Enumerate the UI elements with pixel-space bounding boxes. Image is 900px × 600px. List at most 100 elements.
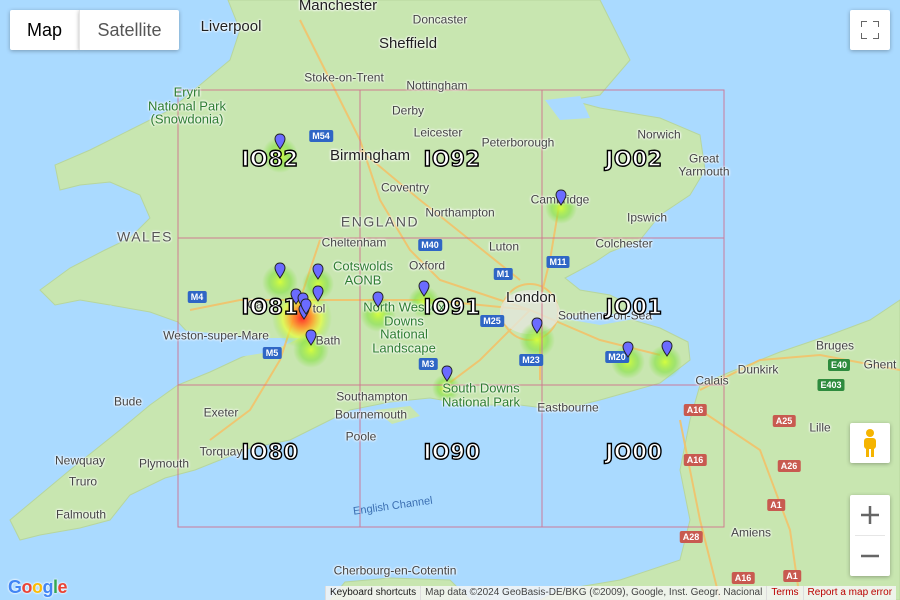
label-birmingham: Birmingham (329, 147, 411, 165)
road-shield-a16: A16 (731, 572, 755, 584)
label-cherbourg: Cherbourg-en-Cotentin (333, 563, 457, 578)
label-coventry: Coventry (380, 180, 430, 195)
label-leicester: Leicester (413, 125, 463, 140)
grid-label-jo02: JO02 (605, 146, 663, 171)
road-shield-a1: A1 (767, 499, 785, 511)
road-shield-a28: A28 (679, 531, 703, 543)
fullscreen-button[interactable] (850, 10, 890, 50)
grid-label-io91: IO91 (423, 294, 481, 319)
map-marker-pin-icon[interactable] (274, 262, 286, 279)
grid-label-jo01: JO01 (605, 294, 663, 319)
street-view-pegman-button[interactable] (850, 423, 890, 463)
label-eastbourne: Eastbourne (537, 400, 599, 415)
grid-label-io92: IO92 (423, 146, 481, 171)
zoom-in-button[interactable] (850, 495, 890, 535)
fullscreen-icon (861, 21, 879, 39)
road-shield-a16: A16 (683, 404, 707, 416)
map-marker-pin-icon[interactable] (555, 189, 567, 206)
label-bude: Bude (113, 394, 143, 409)
label-doncaster: Doncaster (412, 12, 468, 27)
label-peterborough: Peterborough (481, 135, 555, 150)
map-type-satellite-button[interactable]: Satellite (79, 10, 179, 50)
label-london: London (505, 289, 557, 307)
road-shield-m11: M11 (546, 256, 570, 268)
label-bristol: tol (312, 301, 326, 316)
label-great-yarmouth: Great Yarmouth (678, 151, 730, 178)
map-marker-pin-icon[interactable] (312, 263, 324, 280)
road-shield-a25: A25 (772, 415, 796, 427)
grid-label-io80: IO80 (241, 439, 299, 464)
label-torquay: Torquay (199, 444, 243, 459)
road-shield-m3: M3 (418, 358, 438, 370)
map-marker-pin-icon[interactable] (312, 285, 324, 302)
label-southampton: Southampton (336, 389, 408, 404)
map-marker-pin-icon[interactable] (418, 280, 430, 297)
label-bournemouth: Bournemouth (334, 407, 408, 422)
map-footer: Keyboard shortcuts Map data ©2024 GeoBas… (325, 586, 897, 600)
minus-icon (861, 554, 879, 558)
label-manchester: Manchester (298, 0, 378, 15)
label-norwich: Norwich (637, 127, 681, 142)
label-exeter: Exeter (203, 405, 239, 420)
label-plymouth: Plymouth (138, 456, 190, 471)
label-sheffield: Sheffield (378, 35, 438, 53)
label-luton: Luton (488, 239, 520, 254)
google-logo[interactable]: Google (8, 577, 68, 598)
map-marker-pin-icon[interactable] (300, 298, 312, 315)
label-calais: Calais (695, 373, 729, 388)
map-type-map-button[interactable]: Map (10, 10, 79, 50)
label-newquay: Newquay (54, 453, 106, 468)
map-attribution: Map data ©2024 GeoBasis-DE/BKG (©2009), … (420, 586, 767, 600)
map-marker-pin-icon[interactable] (441, 365, 453, 382)
map-marker-pin-icon[interactable] (305, 329, 317, 346)
label-ipswich: Ipswich (626, 210, 668, 225)
road-shield-e40: E40 (827, 359, 851, 371)
label-eryri: Eryri National Park (Snowdonia) (147, 84, 227, 127)
label-cheltenham: Cheltenham (321, 235, 387, 250)
label-south-downs: South Downs National Park (441, 380, 521, 409)
label-wales: WALES (117, 228, 173, 245)
map-marker-pin-icon[interactable] (274, 133, 286, 150)
keyboard-shortcuts-link[interactable]: Keyboard shortcuts (325, 586, 421, 600)
label-lille: Lille (809, 420, 831, 435)
label-falmouth: Falmouth (55, 507, 107, 522)
road-shield-m25: M25 (480, 315, 504, 327)
map-marker-pin-icon[interactable] (661, 340, 673, 357)
road-shield-m1: M1 (493, 268, 513, 280)
road-shield-m40: M40 (418, 239, 442, 251)
road-shield-e403: E403 (817, 379, 845, 391)
road-shield-m54: M54 (309, 130, 333, 142)
label-england: ENGLAND (340, 213, 420, 230)
label-northampton: Northampton (425, 205, 495, 220)
label-weston: Weston-super-Mare (163, 328, 269, 343)
road-shield-a16: A16 (683, 454, 707, 466)
label-nottingham: Nottingham (406, 78, 468, 93)
terms-link[interactable]: Terms (766, 586, 803, 600)
road-shield-m5: M5 (262, 347, 282, 359)
label-cotswolds: Cotswolds AONB (333, 258, 393, 287)
label-ghent: Ghent (863, 357, 897, 372)
label-stoke: Stoke-on-Trent (304, 70, 384, 85)
label-colchester: Colchester (595, 236, 653, 251)
label-dunkirk: Dunkirk (737, 362, 779, 377)
plus-icon (861, 506, 879, 524)
road-shield-m4: M4 (187, 291, 207, 303)
label-bruges: Bruges (815, 338, 855, 353)
map-marker-pin-icon[interactable] (622, 341, 634, 358)
label-amiens: Amiens (730, 525, 772, 540)
road-shield-m23: M23 (519, 354, 543, 366)
road-shield-a26: A26 (777, 460, 801, 472)
map-canvas[interactable]: Manchester Doncaster Liverpool Sheffield… (0, 0, 900, 600)
label-truro: Truro (68, 474, 98, 489)
label-oxford: Oxford (408, 258, 446, 273)
label-liverpool: Liverpool (200, 18, 262, 36)
label-poole: Poole (345, 429, 377, 444)
map-marker-pin-icon[interactable] (531, 317, 543, 334)
label-bath: Bath (315, 333, 341, 348)
map-marker-pin-icon[interactable] (372, 291, 384, 308)
zoom-out-button[interactable] (850, 536, 890, 576)
road-shield-a1: A1 (783, 570, 801, 582)
grid-label-io90: IO90 (423, 439, 481, 464)
grid-label-jo00: JO00 (605, 439, 663, 464)
report-error-link[interactable]: Report a map error (802, 586, 897, 600)
